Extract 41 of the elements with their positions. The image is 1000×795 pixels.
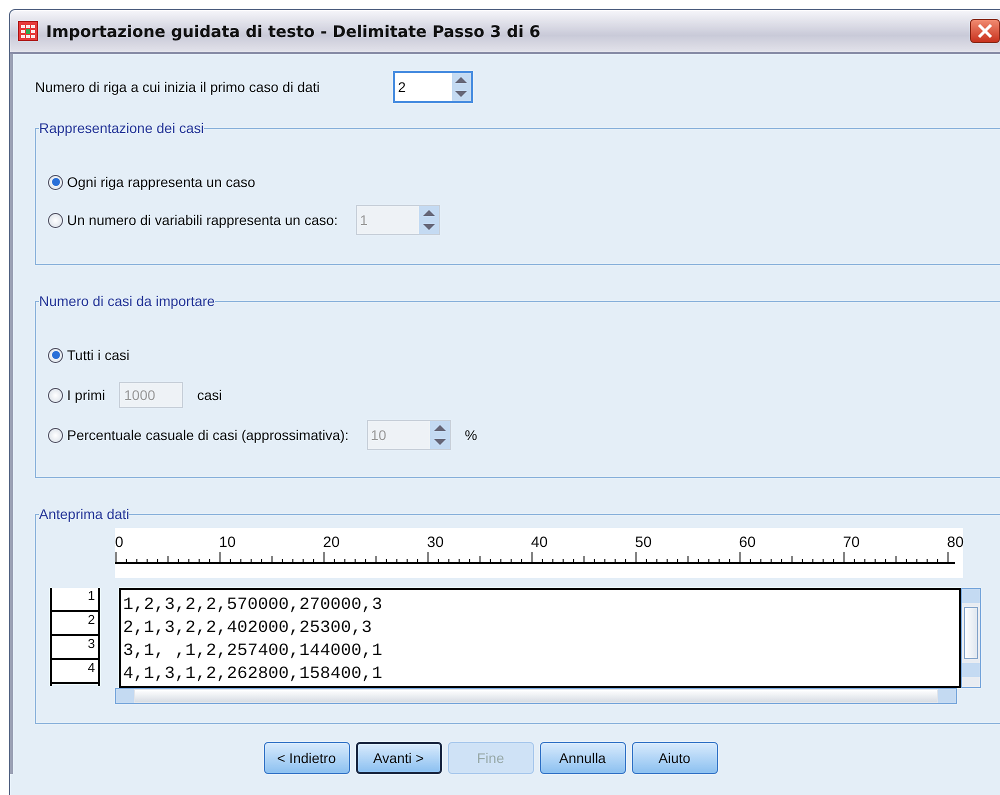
window-title: Importazione guidata di testo - Delimitate Passo 3 di 6 xyxy=(46,22,540,40)
ruler-label: 10 xyxy=(219,534,236,551)
dialog-button[interactable]: Avanti > xyxy=(356,742,442,774)
data-line: 4,1,3,1,2,262800,158400,1 xyxy=(123,664,384,686)
data-line: 3,1, ,1,2,257400,144000,1 xyxy=(123,641,384,663)
radio-button[interactable] xyxy=(48,174,63,190)
group-title: Numero di casi da importare xyxy=(39,293,215,309)
dialog-button[interactable]: Aiuto xyxy=(632,742,718,774)
start-row-spinner[interactable]: 2 xyxy=(393,71,473,103)
unit-label: % xyxy=(464,427,478,443)
ruler-label: 70 xyxy=(843,534,860,551)
start-row-label: Numero di riga a cui inizia il primo caso di dati xyxy=(35,79,321,95)
data-line: 1,2,3,2,2,570000,270000,3 xyxy=(123,595,384,617)
radio-button[interactable] xyxy=(48,348,63,362)
unit-label: casi xyxy=(197,387,222,403)
vertical-scrollbar[interactable] xyxy=(961,588,981,688)
ruler-label: 50 xyxy=(635,534,652,551)
ruler-label: 30 xyxy=(427,534,444,551)
grid-icon xyxy=(18,21,38,41)
dialog-button[interactable]: < Indietro xyxy=(264,742,350,774)
group-title: Rappresentazione dei casi xyxy=(39,120,204,136)
dialog-button[interactable]: Annulla xyxy=(540,742,626,774)
option-label: Tutti i casi xyxy=(67,347,130,363)
row-number: 3 xyxy=(52,636,98,660)
option-label: Percentuale casuale di casi (approssimativa): xyxy=(67,427,349,443)
ruler-label: 20 xyxy=(323,534,340,551)
close-icon xyxy=(977,23,993,39)
close-button[interactable] xyxy=(970,19,1000,43)
row-number: 4 xyxy=(52,660,98,684)
data-line: 2,1,3,2,2,402000,25300,3 xyxy=(123,618,373,640)
option-label: Ogni riga rappresenta un caso xyxy=(67,174,256,190)
option-label: I primi xyxy=(67,387,106,403)
row-number: 2 xyxy=(52,612,98,636)
option-label: Un numero di variabili rappresenta un caso: xyxy=(67,212,338,228)
group-title: Anteprima dati xyxy=(39,506,130,522)
horizontal-scrollbar[interactable] xyxy=(115,688,957,704)
ruler-label: 80 xyxy=(947,534,964,551)
row-number: 1 xyxy=(52,588,98,612)
ruler-label: 40 xyxy=(531,534,548,551)
ruler-label: 0 xyxy=(115,534,124,551)
ruler-label: 60 xyxy=(739,534,756,551)
